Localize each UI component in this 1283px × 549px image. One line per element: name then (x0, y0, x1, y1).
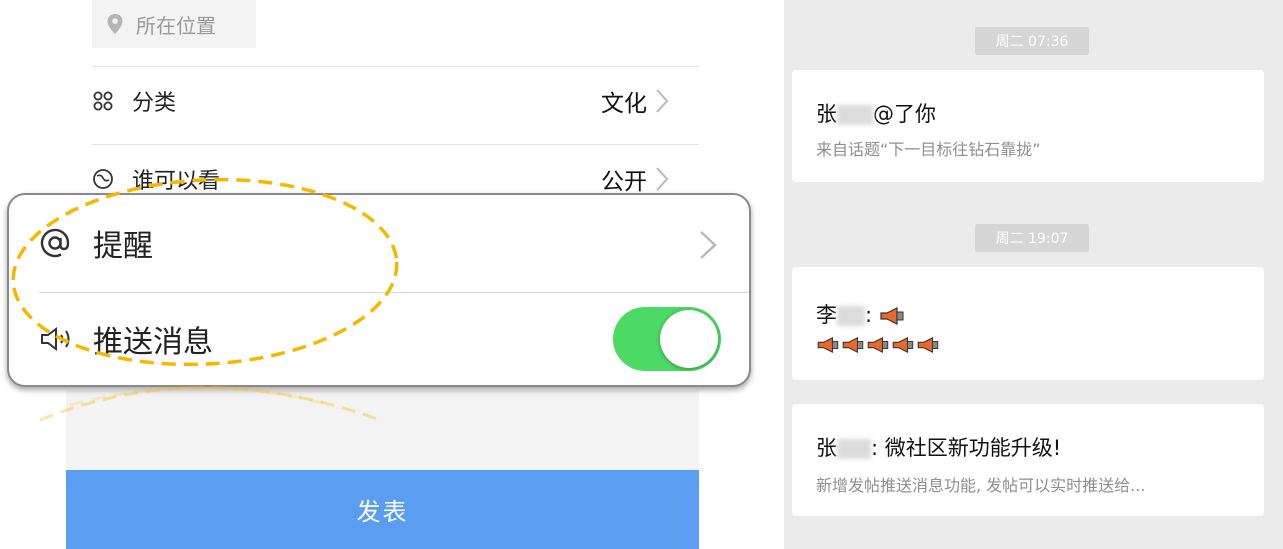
zoomed-settings-card: 提醒 推送消息 (7, 193, 751, 387)
notification-subtitle: 新增发帖推送消息功能, 发帖可以实时推送给... (816, 476, 1146, 495)
location-button[interactable]: 所在位置 (92, 0, 256, 48)
toggle-knob (660, 310, 718, 368)
notification-title: 张 @了你 (816, 98, 936, 128)
megaphone-icon (892, 337, 914, 353)
at-icon (39, 227, 83, 259)
category-grid-icon (92, 90, 122, 112)
notification-text: : 微社区新功能升级! (871, 436, 1062, 460)
category-value: 文化 (601, 91, 647, 117)
megaphone-icon (880, 307, 904, 325)
sender-name: 李 (816, 303, 837, 327)
notification-text: : (865, 303, 873, 327)
notification-card[interactable]: 张 : 微社区新功能升级! 新增发帖推送消息功能, 发帖可以实时推送给... (792, 404, 1264, 516)
form-background (66, 390, 699, 470)
notifications-panel: 周二 07:36 张 @了你 来自话题“下一目标往钻石靠拢” 周二 19:07 李… (784, 0, 1283, 549)
megaphone-row (816, 337, 940, 353)
visibility-value: 公开 (601, 169, 647, 195)
submit-button[interactable]: 发表 (66, 470, 699, 549)
notification-card[interactable]: 张 @了你 来自话题“下一目标往钻石靠拢” (792, 70, 1264, 182)
remind-label: 提醒 (93, 229, 153, 264)
notification-subtitle: 来自话题“下一目标往钻石靠拢” (816, 140, 1041, 159)
chevron-right-icon (655, 87, 675, 115)
visibility-label: 谁可以看 (132, 169, 221, 194)
timestamp-badge: 周二 07:36 (975, 27, 1089, 55)
blurred-name (837, 306, 865, 326)
blurred-name (837, 439, 871, 459)
notification-text: @了你 (873, 102, 936, 126)
speaker-icon (39, 325, 83, 353)
page: 所在位置 分类 文化 谁可以看 公开 发表 提醒 推送消息 周二 07:36 张… (0, 0, 1283, 549)
sender-name: 张 (816, 102, 837, 126)
location-placeholder: 所在位置 (136, 13, 216, 38)
megaphone-icon (817, 337, 839, 353)
timestamp-badge: 周二 19:07 (975, 224, 1089, 252)
remind-row[interactable]: 提醒 (39, 195, 739, 291)
post-editor-panel: 所在位置 分类 文化 谁可以看 公开 发表 提醒 推送消息 (0, 0, 770, 549)
chevron-right-icon (655, 165, 675, 193)
category-label: 分类 (132, 91, 177, 116)
megaphone-icon (842, 337, 864, 353)
visibility-icon (92, 168, 122, 190)
push-toggle[interactable] (613, 307, 721, 371)
sender-name: 张 (816, 436, 837, 460)
blurred-name (837, 105, 873, 125)
category-row[interactable]: 分类 文化 (92, 66, 699, 136)
location-pin-icon (107, 14, 123, 34)
megaphone-icon (867, 337, 889, 353)
chevron-right-icon (697, 229, 719, 261)
push-label: 推送消息 (93, 325, 213, 360)
notification-card[interactable]: 李: (792, 267, 1264, 380)
notification-title: 张 : 微社区新功能升级! (816, 432, 1061, 462)
megaphone-icon (917, 337, 939, 353)
notification-title: 李: (816, 299, 905, 329)
